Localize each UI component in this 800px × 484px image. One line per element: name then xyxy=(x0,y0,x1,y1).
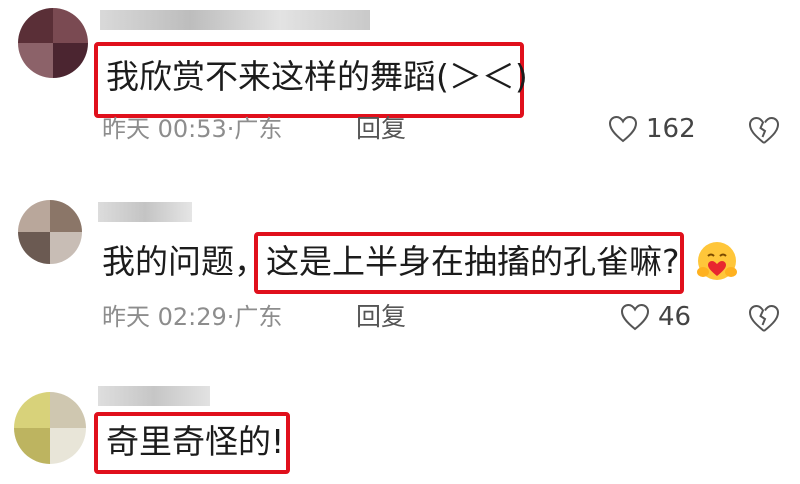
reply-button[interactable]: 回复 xyxy=(356,302,406,332)
like-button[interactable]: 162 xyxy=(608,114,696,144)
heart-icon xyxy=(620,303,650,331)
hug-emoji-icon xyxy=(697,242,737,280)
dislike-icon[interactable] xyxy=(748,115,780,145)
username-blurred[interactable] xyxy=(98,386,210,406)
username-blurred[interactable] xyxy=(98,202,192,222)
comment-timestamp: 昨天 02:29·广东 xyxy=(102,303,283,331)
comment-timestamp: 昨天 00:53·广东 xyxy=(102,115,283,143)
avatar[interactable] xyxy=(18,8,88,78)
username-blurred[interactable] xyxy=(100,10,370,30)
like-button[interactable]: 46 xyxy=(620,302,691,332)
like-count: 162 xyxy=(646,114,696,144)
comment-text-highlighted: 这是上半身在抽搐的孔雀嘛? xyxy=(266,242,680,281)
heart-icon xyxy=(608,115,638,143)
reply-button[interactable]: 回复 xyxy=(356,114,406,144)
comment-text: 我欣赏不来这样的舞蹈(＞＜) xyxy=(106,57,528,96)
dislike-icon[interactable] xyxy=(748,303,780,333)
comment-2: 我的问题， 这是上半身在抽搐的孔雀嘛? 昨天 02:29·广东 回复 46 xyxy=(0,190,800,350)
comment-text-prefix: 我的问题， xyxy=(102,242,267,281)
comment-text: 奇里奇怪的! xyxy=(106,422,285,461)
comment-3: 奇里奇怪的! xyxy=(0,380,800,484)
avatar[interactable] xyxy=(18,200,82,264)
like-count: 46 xyxy=(658,302,692,332)
comment-1: 我欣赏不来这样的舞蹈(＞＜) 昨天 00:53·广东 回复 162 xyxy=(0,0,800,160)
avatar[interactable] xyxy=(14,392,86,464)
